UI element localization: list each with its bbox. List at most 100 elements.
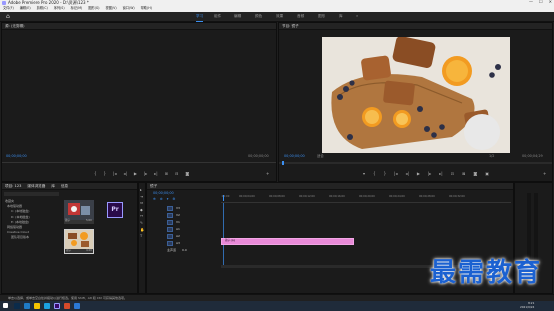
export-frame-icon[interactable]: ◙ (185, 172, 189, 176)
timeline-timecode[interactable]: 00;00;00;00 (153, 191, 174, 195)
premiere-project-icon: Pr (107, 202, 123, 218)
selection-tool-icon[interactable]: ▸ (140, 188, 144, 193)
workspace-color[interactable]: 颜色 (255, 14, 262, 19)
windows-start-icon[interactable] (3, 303, 8, 308)
go-to-in-icon[interactable]: |◂ (113, 172, 116, 176)
track-target-a1[interactable] (167, 227, 173, 232)
program-fit-dropdown[interactable]: 适合 (317, 154, 324, 158)
timeline-clip-mirror[interactable]: 镜子.jpg (221, 238, 354, 245)
step-back-icon[interactable]: ◂| (123, 172, 126, 176)
workspace-learn[interactable]: 学习 (196, 14, 204, 22)
program-playhead[interactable] (282, 161, 284, 165)
snap-icon[interactable]: ⊕ (153, 197, 156, 201)
menu-view[interactable]: 视图(V) (106, 7, 117, 10)
track-target-a3[interactable] (167, 241, 173, 246)
timeline-ruler[interactable]: :00;00 00;00;04;00 00;00;08;00 00;00;12;… (221, 195, 511, 203)
mark-out-icon[interactable]: { (373, 172, 376, 176)
workspace-graphics[interactable]: 图形 (318, 14, 325, 19)
add-marker-icon[interactable]: ▾ (167, 197, 169, 201)
close-button[interactable]: ✕ (549, 0, 552, 4)
file-explorer-icon[interactable] (34, 303, 40, 309)
step-forward-icon[interactable]: |▸ (144, 172, 147, 176)
maximize-button[interactable]: ☐ (539, 0, 543, 4)
menu-sequence[interactable]: 序列(S) (54, 7, 65, 10)
tab-project[interactable]: 项目: 123 (5, 184, 21, 188)
play-icon[interactable]: ▶ (134, 172, 137, 176)
tab-libraries[interactable]: 库 (51, 184, 55, 188)
track-target-v3[interactable] (167, 206, 173, 211)
home-icon[interactable]: ⌂ (6, 14, 12, 20)
step-forward-icon[interactable]: |▸ (428, 172, 431, 176)
menu-clip[interactable]: 剪辑(C) (37, 7, 48, 10)
lift-icon[interactable]: ⊡ (451, 172, 454, 176)
tab-media-browser[interactable]: 媒体浏览器 (27, 184, 45, 188)
workspace-effects[interactable]: 效果 (276, 14, 283, 19)
workspace-more-icon[interactable]: » (356, 14, 358, 19)
app-icon[interactable] (44, 303, 50, 309)
media-browser-path-dropdown[interactable] (4, 192, 59, 196)
menu-edit[interactable]: 编辑(E) (20, 7, 31, 10)
go-to-out-icon[interactable]: ▸| (439, 172, 442, 176)
insert-icon[interactable]: ⊞ (165, 172, 168, 176)
premiere-taskbar-icon[interactable] (54, 303, 60, 309)
razor-tool-icon[interactable]: ◆ (140, 208, 144, 213)
minimize-button[interactable]: — (529, 0, 533, 4)
timeline-settings-icon[interactable]: ⚙ (172, 197, 175, 201)
menu-help[interactable]: 帮助(H) (141, 7, 152, 10)
linked-selection-icon[interactable]: ⊗ (160, 197, 163, 201)
search-taskbar-icon[interactable] (14, 303, 20, 309)
track-target-a2[interactable] (167, 234, 173, 239)
track-select-tool-icon[interactable]: ⇥ (140, 195, 144, 200)
bin-thumbnail-pr[interactable]: Pr (100, 200, 130, 224)
workspace-libraries[interactable]: 库 (339, 14, 343, 19)
mark-out-icon[interactable]: } (104, 172, 107, 176)
export-frame-icon[interactable]: ◙ (473, 172, 477, 176)
master-volume-value[interactable]: 0.0 (182, 249, 187, 252)
step-back-icon[interactable]: ◂| (405, 172, 408, 176)
tree-item-team-projects[interactable]: 团队项目版本 (5, 235, 30, 240)
bin-thumbnail-mirror[interactable]: 镜子 5;00 (64, 200, 94, 224)
ripple-edit-tool-icon[interactable]: ⇔ (140, 202, 144, 206)
program-timeline-ruler[interactable] (279, 161, 552, 165)
source-add-button-icon[interactable]: + (266, 172, 269, 176)
workspace-editing[interactable]: 编辑 (234, 14, 241, 19)
mark-in-icon[interactable]: ▾ (363, 172, 365, 176)
source-timeline-ruler[interactable] (2, 162, 276, 163)
go-to-in-icon[interactable]: |◂ (394, 172, 397, 176)
mark-in-icon[interactable]: { (94, 172, 97, 176)
program-preview-image[interactable] (322, 37, 510, 153)
timeline-playhead[interactable] (223, 195, 224, 201)
type-tool-icon[interactable]: T (140, 235, 144, 239)
hand-tool-icon[interactable]: ✋ (140, 228, 144, 233)
program-quality-dropdown[interactable]: 1/2 (489, 154, 494, 158)
extract-icon[interactable]: ⊠ (462, 172, 465, 176)
timeline-sequence-tab[interactable]: 镜子 (147, 183, 513, 190)
tab-info[interactable]: 信息 (61, 184, 68, 188)
workspace-audio[interactable]: 音频 (297, 14, 304, 19)
program-timecode-current[interactable]: 00;00;00;00 (284, 154, 305, 158)
compare-icon[interactable]: ▣ (485, 172, 489, 176)
menu-window[interactable]: 窗口(W) (123, 7, 135, 10)
play-icon[interactable]: ▶ (417, 172, 420, 176)
go-to-out-icon[interactable]: ▸| (154, 172, 157, 176)
menu-marker[interactable]: 标记(M) (71, 7, 83, 10)
track-target-v2[interactable] (167, 213, 173, 218)
taskbar-clock[interactable]: 8:21 2021/9/24 (520, 301, 534, 309)
edge-browser-icon[interactable] (24, 303, 30, 309)
workspace-assembly[interactable]: 组件 (214, 14, 221, 19)
program-monitor-panel: 节目: 镜子 00;00;00;00 适合 1/2 00;00;04;29 ▾ … (278, 22, 553, 182)
app-icon[interactable] (64, 303, 70, 309)
bin-thumbnail-food[interactable]: 镜子 4;29 (64, 229, 94, 254)
app-icon[interactable] (74, 303, 80, 309)
menu-file[interactable]: 文件(F) (3, 7, 14, 10)
slip-tool-icon[interactable]: ↔ (140, 215, 144, 219)
program-add-button-icon[interactable]: + (543, 172, 546, 176)
mark-clip-icon[interactable]: } (384, 172, 387, 176)
overwrite-icon[interactable]: ⊟ (175, 172, 178, 176)
pen-tool-icon[interactable]: ✎ (140, 221, 144, 226)
track-label-v2: V2 (176, 213, 180, 217)
menu-graphics[interactable]: 图形(G) (88, 7, 99, 10)
track-target-v1[interactable] (167, 220, 173, 225)
source-timecode-current[interactable]: 00;00;00;00 (6, 154, 27, 158)
status-bar: 单击以选择，或单击空白处并拖动以进行框选。使用 Shift、Alt 和 Ctrl… (0, 294, 554, 301)
